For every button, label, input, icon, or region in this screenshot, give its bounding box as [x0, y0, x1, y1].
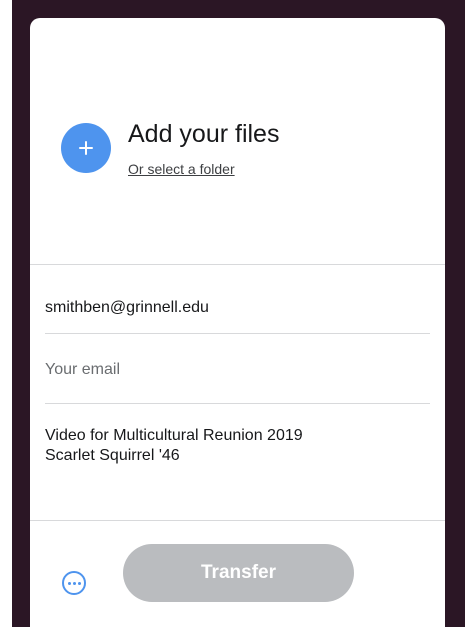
add-files-title[interactable]: Add your files — [128, 120, 279, 149]
divider — [45, 333, 430, 334]
upload-area[interactable]: Add your files Or select a folder — [30, 18, 445, 264]
plus-icon — [79, 141, 93, 155]
divider — [30, 264, 445, 265]
email-to-field[interactable] — [45, 284, 430, 332]
add-files-button[interactable] — [61, 123, 111, 173]
more-options-button[interactable] — [62, 571, 86, 595]
transfer-panel: Add your files Or select a folder Video … — [30, 18, 445, 627]
message-field[interactable]: Video for Multicultural Reunion 2019 Sca… — [45, 426, 430, 510]
more-options-icon — [73, 582, 76, 585]
transfer-button[interactable]: Transfer — [123, 544, 354, 602]
more-options-icon — [78, 582, 81, 585]
divider — [30, 520, 445, 521]
divider — [45, 403, 430, 404]
your-email-field[interactable] — [45, 348, 430, 392]
more-options-icon — [68, 582, 71, 585]
select-folder-link[interactable]: Or select a folder — [128, 161, 235, 177]
